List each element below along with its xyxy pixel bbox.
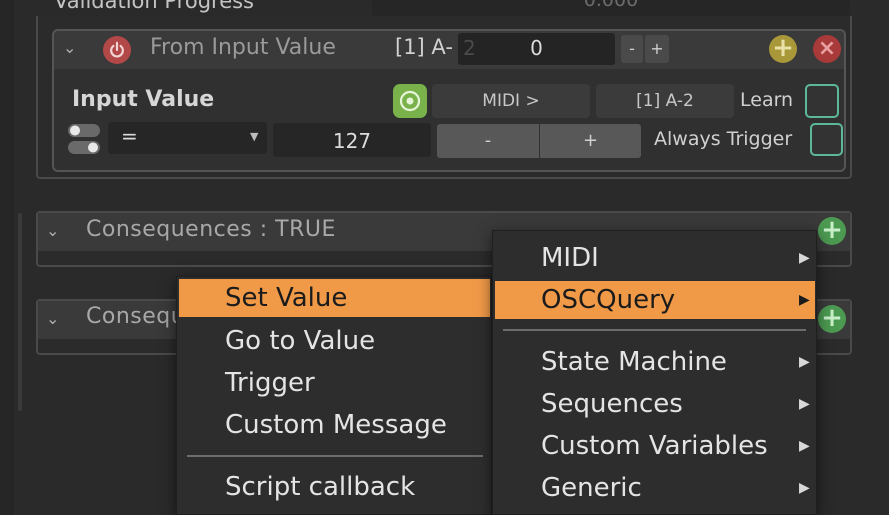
source-decrement-button[interactable]: -: [621, 35, 643, 63]
chevron-right-icon: ▶: [799, 250, 810, 266]
midi-source-button[interactable]: MIDI >: [432, 84, 590, 118]
power-icon[interactable]: [103, 36, 131, 64]
power-glyph: [110, 41, 124, 58]
add-consequence-icon[interactable]: +: [818, 217, 846, 245]
close-circle-icon[interactable]: ×: [813, 35, 841, 63]
submenu-item-midi[interactable]: MIDI: [495, 239, 815, 277]
consequences-true-title: Consequences : TRUE: [86, 217, 336, 242]
chevron-right-icon: ▶: [799, 396, 810, 412]
submenu-item-custom-variables[interactable]: Custom Variables: [495, 427, 815, 465]
target-icon[interactable]: [393, 84, 427, 118]
chevron-down-icon[interactable]: ⌄: [46, 309, 59, 328]
menu-item-script-callback[interactable]: Script callback: [179, 468, 490, 506]
operator-select-value: =: [121, 124, 138, 148]
chevron-right-icon: ▶: [799, 480, 810, 496]
chevron-down-icon[interactable]: ⌄: [46, 221, 59, 240]
menu-item-go-to-value[interactable]: Go to Value: [179, 322, 490, 360]
toggle-icon[interactable]: [67, 122, 101, 156]
input-value-label: Input Value: [72, 87, 215, 112]
menu-item-trigger[interactable]: Trigger: [179, 364, 490, 402]
submenu-item-generic[interactable]: Generic: [495, 469, 815, 507]
source-label: [1] A-: [395, 35, 453, 59]
learn-label: Learn: [740, 89, 794, 111]
chevron-right-icon: ▶: [799, 438, 810, 454]
chevron-right-icon: ▶: [799, 354, 810, 370]
increment-button[interactable]: +: [540, 124, 641, 158]
menu-separator: [187, 455, 483, 457]
always-trigger-checkbox[interactable]: [810, 123, 843, 156]
menu-item-custom-message[interactable]: Custom Message: [179, 406, 490, 444]
add-condition-icon[interactable]: +: [769, 35, 797, 63]
add-consequence-icon[interactable]: +: [818, 305, 846, 333]
context-menu: Set Value Go to Value Trigger Custom Mes…: [176, 276, 492, 515]
submenu-item-oscquery[interactable]: OSCQuery: [495, 281, 815, 319]
menu-item-set-value[interactable]: Set Value: [179, 279, 490, 317]
dropdown-arrow-icon: ▼: [250, 130, 259, 143]
always-trigger-label: Always Trigger: [654, 128, 793, 150]
validation-progress-label: Validation Progress: [54, 0, 254, 13]
submenu-item-sequences[interactable]: Sequences: [495, 385, 815, 423]
validation-progress-value: 0.000: [583, 0, 639, 11]
target-glyph: [399, 90, 421, 112]
compare-value-text: 127: [332, 129, 372, 153]
submenu: MIDI ▶ OSCQuery ▶ State Machine ▶ Sequen…: [492, 230, 817, 515]
learn-checkbox[interactable]: [805, 84, 839, 118]
submenu-separator: [503, 329, 806, 331]
target-parameter-button[interactable]: [1] A-2: [596, 84, 734, 118]
decrement-button[interactable]: -: [437, 124, 539, 158]
chevron-down-icon[interactable]: ⌄: [63, 38, 76, 57]
chevron-right-icon: ▶: [799, 292, 810, 308]
left-panel-strip: [0, 0, 14, 515]
left-scrollbar[interactable]: [18, 213, 22, 411]
toggle-glyph: [68, 124, 100, 154]
submenu-item-state-machine[interactable]: State Machine: [495, 343, 815, 381]
condition-title: From Input Value: [150, 35, 336, 60]
source-value: 0: [530, 36, 543, 60]
source-increment-button[interactable]: +: [645, 35, 669, 63]
